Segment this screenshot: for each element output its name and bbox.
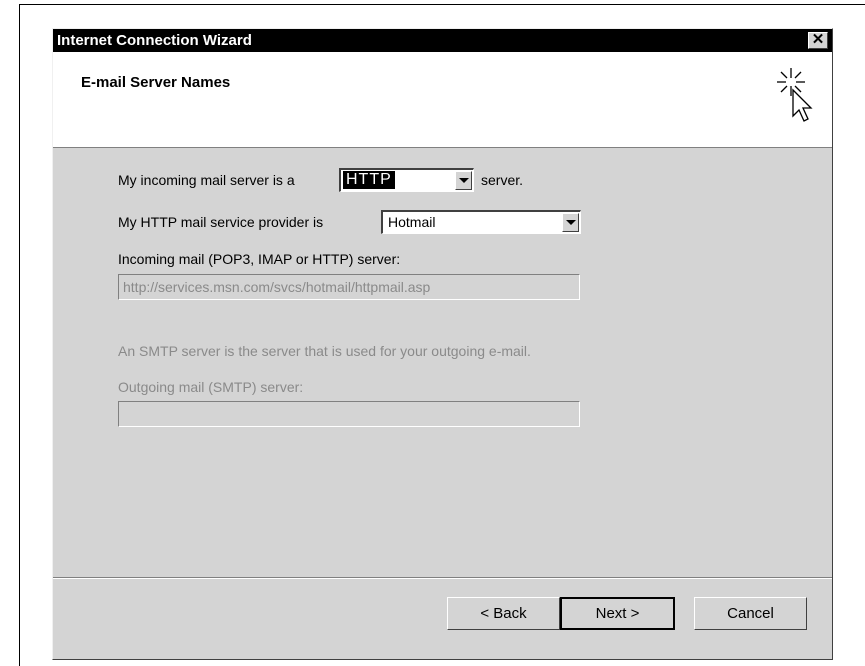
window-title: Internet Connection Wizard (57, 32, 252, 49)
back-button[interactable]: < Back (447, 597, 560, 630)
incoming-type-select[interactable]: HTTP (339, 168, 474, 192)
incoming-server-label-row: Incoming mail (POP3, IMAP or HTTP) serve… (118, 247, 400, 271)
chevron-down-icon[interactable] (455, 171, 472, 190)
wizard-header: E-mail Server Names (53, 52, 832, 148)
incoming-type-prefix: My incoming mail server is a (118, 172, 295, 188)
outgoing-server-label-row: Outgoing mail (SMTP) server: (118, 375, 303, 399)
provider-value: Hotmail (388, 214, 436, 230)
close-button[interactable]: ✕ (808, 32, 828, 49)
page-title: E-mail Server Names (81, 74, 231, 91)
smtp-description-row: An SMTP server is the server that is use… (118, 339, 531, 363)
close-icon: ✕ (811, 31, 825, 48)
incoming-server-field[interactable]: http://services.msn.com/svcs/hotmail/htt… (118, 274, 580, 300)
outgoing-server-label: Outgoing mail (SMTP) server: (118, 379, 304, 395)
chevron-down-icon[interactable] (562, 213, 579, 232)
provider-row: My HTTP mail service provider is (118, 210, 323, 234)
outgoing-server-field[interactable] (118, 401, 580, 427)
incoming-type-row: My incoming mail server is a (118, 168, 295, 192)
provider-select[interactable]: Hotmail (381, 210, 581, 234)
cancel-button[interactable]: Cancel (694, 597, 807, 630)
wizard-cursor-sparkle-icon (777, 68, 813, 122)
incoming-server-label: Incoming mail (POP3, IMAP or HTTP) serve… (118, 251, 401, 267)
page-frame-left-line (19, 4, 20, 666)
incoming-type-suffix: server. (481, 172, 524, 188)
page-frame-top-line (19, 4, 865, 5)
title-bar[interactable]: Internet Connection Wizard ✕ (53, 29, 832, 52)
footer-separator-highlight (53, 578, 832, 579)
next-button[interactable]: Next > (560, 597, 675, 630)
incoming-type-value: HTTP (343, 171, 395, 189)
provider-label: My HTTP mail service provider is (118, 214, 324, 230)
smtp-description: An SMTP server is the server that is use… (118, 343, 531, 359)
incoming-type-suffix-wrap: server. (481, 168, 523, 192)
wizard-window: Internet Connection Wizard ✕ E-mail Serv… (52, 28, 833, 660)
